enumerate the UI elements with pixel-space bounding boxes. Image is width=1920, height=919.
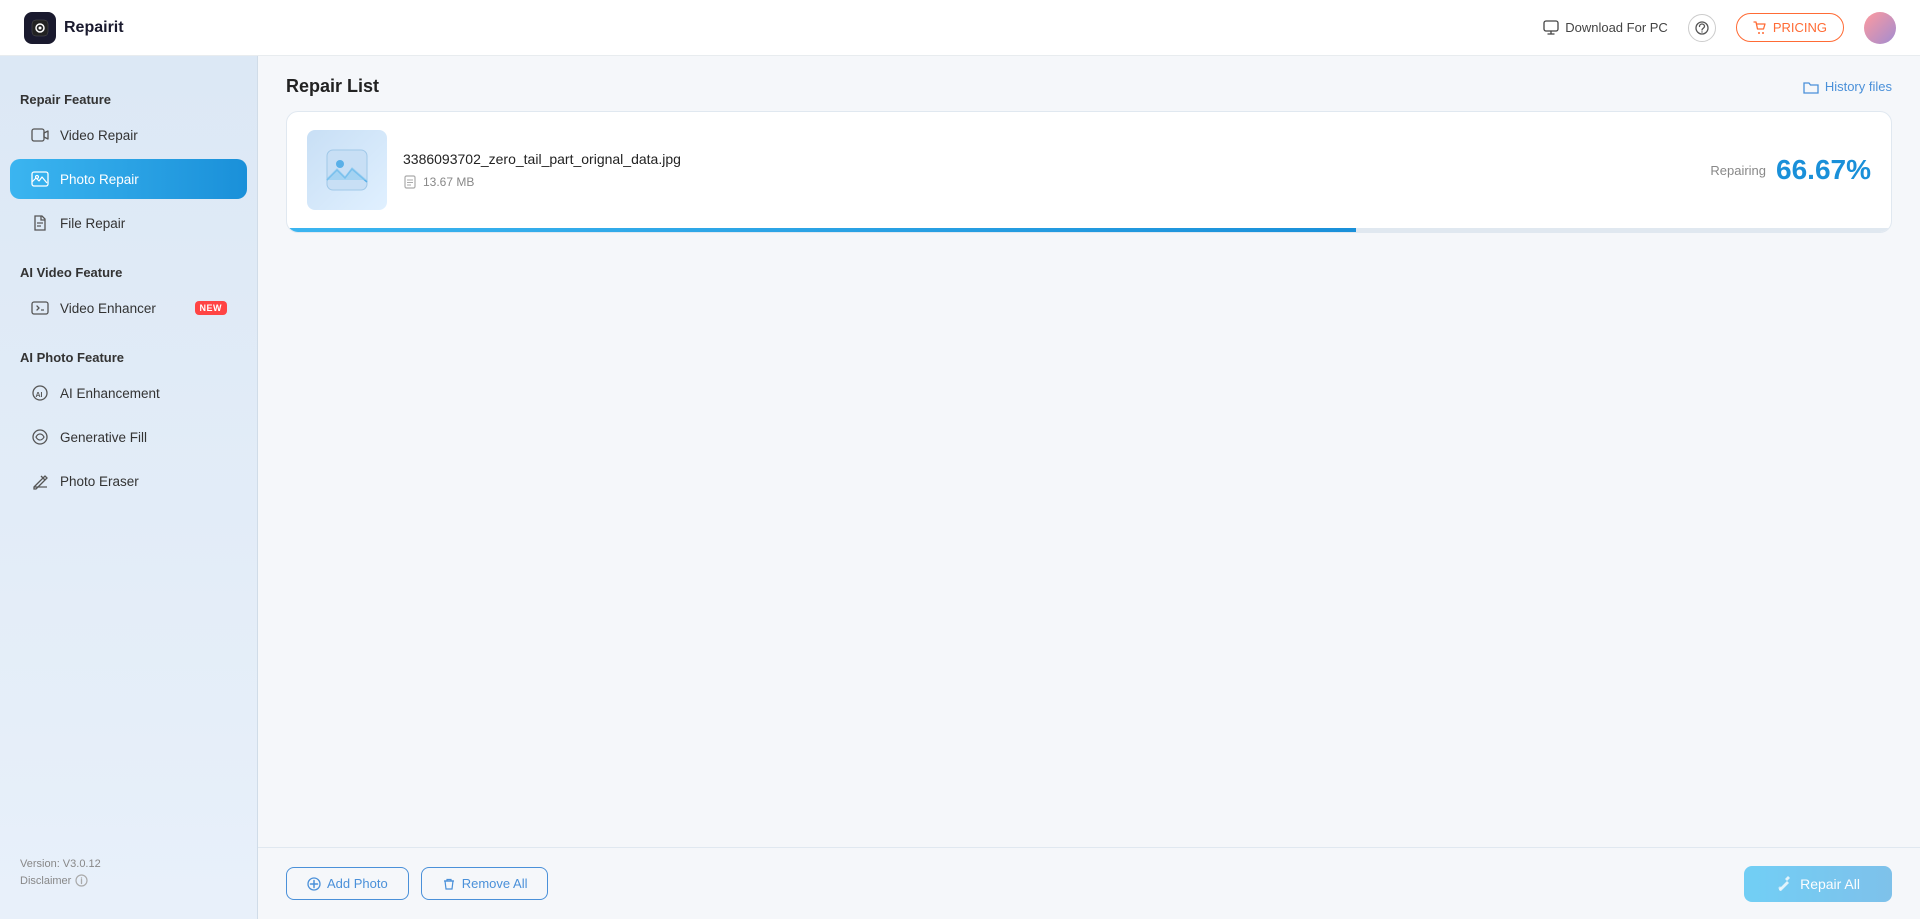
sidebar-item-photo-repair[interactable]: Photo Repair [10, 159, 247, 199]
ai-enhancement-label: AI Enhancement [60, 386, 227, 401]
video-enhancer-label: Video Enhancer [60, 301, 185, 316]
video-enhancer-icon [30, 298, 50, 318]
generative-fill-icon [30, 427, 50, 447]
sidebar-item-video-repair[interactable]: Video Repair [10, 115, 247, 155]
photo-eraser-icon [30, 471, 50, 491]
photo-repair-label: Photo Repair [60, 172, 227, 187]
repairing-label: Repairing [1710, 163, 1766, 178]
header-right: Download For PC PRICING [1543, 12, 1896, 44]
photo-thumbnail-icon [323, 146, 371, 194]
version-text: Version: V3.0.12 [20, 858, 237, 870]
history-files-button[interactable]: History files [1803, 79, 1892, 95]
monitor-icon [1543, 20, 1559, 36]
user-avatar[interactable] [1864, 12, 1896, 44]
info-icon [75, 874, 88, 887]
add-photo-button[interactable]: Add Photo [286, 867, 409, 900]
repair-icon [1776, 876, 1792, 892]
app-header: Repairit Download For PC PRICING [0, 0, 1920, 56]
sidebar-footer: Version: V3.0.12 Disclaimer [0, 846, 257, 899]
file-size-text: 13.67 MB [423, 175, 474, 189]
repair-feature-section-label: Repair Feature [0, 84, 257, 113]
ai-photo-feature-section-label: AI Photo Feature [0, 342, 257, 371]
video-repair-icon [30, 125, 50, 145]
history-files-label: History files [1825, 79, 1892, 94]
add-photo-label: Add Photo [327, 876, 388, 891]
download-label: Download For PC [1565, 20, 1668, 35]
sidebar-item-generative-fill[interactable]: Generative Fill [10, 417, 247, 457]
progress-bar-container [287, 228, 1891, 232]
repair-list-area: 3386093702_zero_tail_part_orignal_data.j… [258, 111, 1920, 847]
generative-fill-label: Generative Fill [60, 430, 227, 445]
ai-enhancement-icon: AI [30, 383, 50, 403]
content-header: Repair List History files [258, 56, 1920, 111]
repair-all-button[interactable]: Repair All [1744, 866, 1892, 902]
repair-info: 3386093702_zero_tail_part_orignal_data.j… [403, 151, 1694, 189]
progress-bar [287, 228, 1356, 232]
pricing-button[interactable]: PRICING [1736, 13, 1844, 42]
photo-repair-icon [30, 169, 50, 189]
repair-item: 3386093702_zero_tail_part_orignal_data.j… [287, 112, 1891, 228]
file-repair-icon [30, 213, 50, 233]
repair-percent: 66.67% [1776, 154, 1871, 186]
download-for-pc-button[interactable]: Download For PC [1543, 20, 1668, 36]
ai-video-feature-section-label: AI Video Feature [0, 257, 257, 286]
repair-filename: 3386093702_zero_tail_part_orignal_data.j… [403, 151, 1694, 167]
sidebar-item-file-repair[interactable]: File Repair [10, 203, 247, 243]
content-area: Repair List History files [258, 56, 1920, 919]
logo: Repairit [24, 12, 124, 44]
folder-icon [1803, 79, 1819, 95]
logo-icon [24, 12, 56, 44]
repair-status: Repairing 66.67% [1710, 154, 1871, 186]
help-button[interactable] [1688, 14, 1716, 42]
toolbar-left: Add Photo Remove All [286, 867, 548, 900]
sidebar-item-photo-eraser[interactable]: Photo Eraser [10, 461, 247, 501]
remove-all-label: Remove All [462, 876, 528, 891]
remove-all-button[interactable]: Remove All [421, 867, 549, 900]
file-size-icon [403, 175, 417, 189]
video-repair-label: Video Repair [60, 128, 227, 143]
file-repair-label: File Repair [60, 216, 227, 231]
page-title: Repair List [286, 76, 379, 97]
logo-text: Repairit [64, 19, 124, 37]
new-badge: NEW [195, 301, 228, 315]
disclaimer-button[interactable]: Disclaimer [20, 874, 237, 887]
headset-icon [1695, 21, 1709, 35]
sidebar-item-video-enhancer[interactable]: Video Enhancer NEW [10, 288, 247, 328]
sidebar-item-ai-enhancement[interactable]: AI AI Enhancement [10, 373, 247, 413]
pricing-label: PRICING [1773, 20, 1827, 35]
repair-thumbnail [307, 130, 387, 210]
repair-all-label: Repair All [1800, 876, 1860, 892]
photo-eraser-label: Photo Eraser [60, 474, 227, 489]
repair-card: 3386093702_zero_tail_part_orignal_data.j… [286, 111, 1892, 233]
trash-icon [442, 877, 456, 891]
main-layout: Repair Feature Video Repair Photo Repair [0, 56, 1920, 919]
bottom-toolbar: Add Photo Remove All Repair A [258, 847, 1920, 919]
svg-text:AI: AI [36, 392, 43, 399]
add-icon [307, 877, 321, 891]
repair-size: 13.67 MB [403, 175, 1694, 189]
cart-icon [1753, 21, 1767, 35]
sidebar: Repair Feature Video Repair Photo Repair [0, 56, 258, 919]
